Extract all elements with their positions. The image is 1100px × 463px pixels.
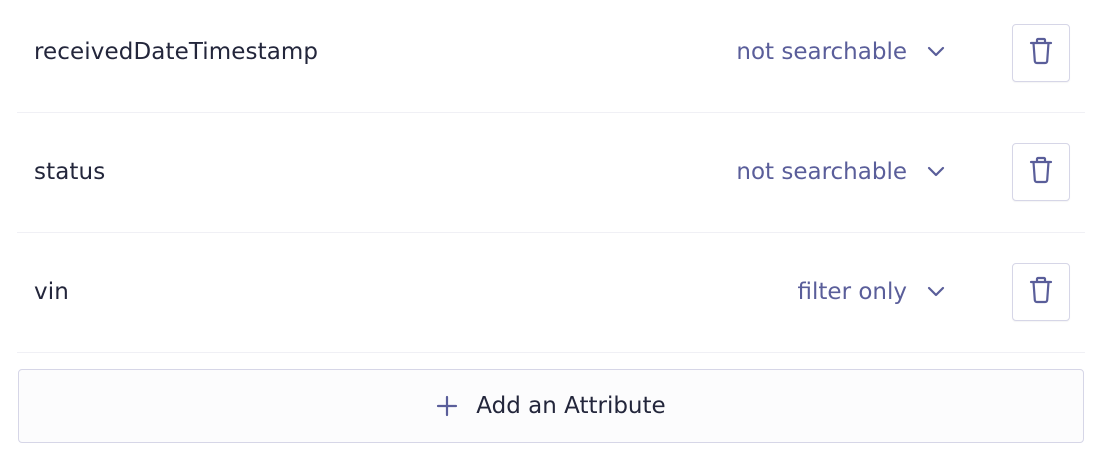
attribute-name: vin [34,279,69,305]
chevron-down-icon [925,281,947,303]
add-attribute-label: Add an Attribute [476,393,666,419]
delete-attribute-button[interactable] [1012,263,1070,321]
chevron-down-icon [925,161,947,183]
trash-icon [1029,37,1053,69]
plus-icon [436,395,458,417]
attribute-list: receivedDateTimestamp not searchable sta… [17,0,1085,353]
attribute-name: status [34,159,106,185]
searchable-mode-value: not searchable [736,39,907,65]
searchable-mode-dropdown[interactable]: not searchable [736,39,947,65]
chevron-down-icon [925,41,947,63]
delete-attribute-button[interactable] [1012,143,1070,201]
trash-icon [1029,276,1053,308]
searchable-mode-dropdown[interactable]: not searchable [736,159,947,185]
attribute-name: receivedDateTimestamp [34,39,319,65]
delete-attribute-button[interactable] [1012,24,1070,82]
searchable-mode-value: not searchable [736,159,907,185]
attribute-row: status not searchable [17,113,1085,233]
add-attribute-button[interactable]: Add an Attribute [18,369,1084,443]
attribute-row: vin filter only [17,233,1085,353]
trash-icon [1029,156,1053,188]
attribute-row: receivedDateTimestamp not searchable [17,0,1085,113]
searchable-mode-dropdown[interactable]: filter only [798,279,947,305]
searchable-mode-value: filter only [797,279,907,305]
